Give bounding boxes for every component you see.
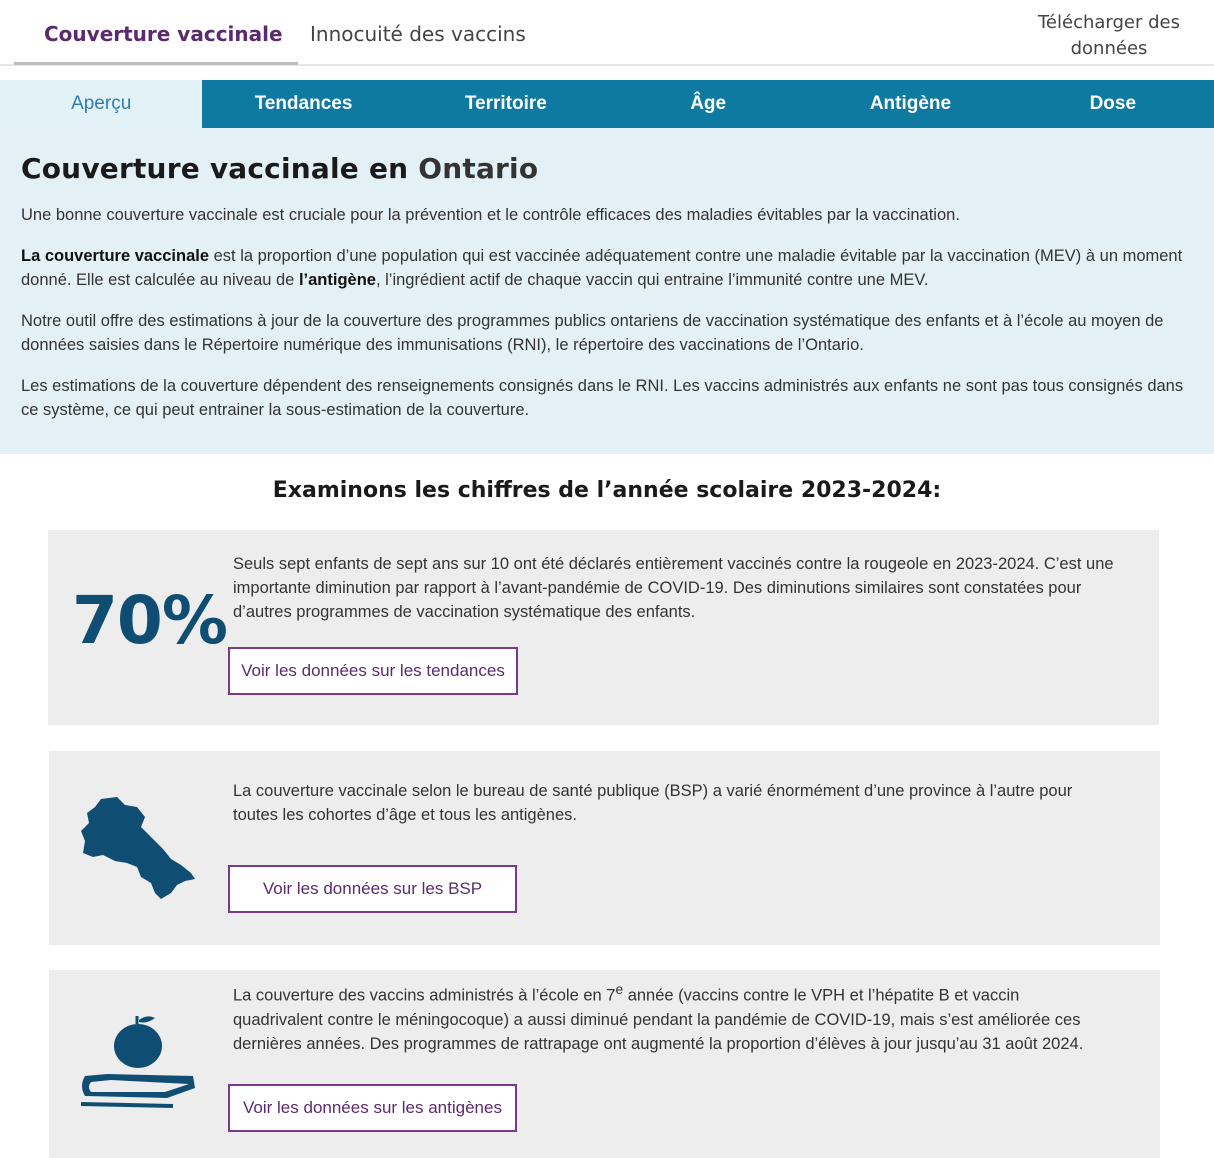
card-antigens-text-sup: e — [615, 982, 624, 997]
intro-paragraph-1: Une bonne couverture vaccinale est cruci… — [21, 206, 960, 224]
download-label-line2: données — [1070, 38, 1148, 59]
bsp-data-button[interactable]: Voir les données sur les BSP — [228, 865, 517, 913]
card-bsp-text: La couverture vaccinale selon le bureau … — [233, 782, 1073, 824]
tab-age[interactable]: Âge — [606, 80, 810, 128]
download-data-link[interactable]: Télécharger des données — [1034, 10, 1184, 62]
big-number: 70% — [72, 582, 228, 659]
antigens-data-button[interactable]: Voir les données sur les antigènes — [228, 1084, 517, 1132]
intro-paragraph-2: La couverture vaccinale est la proportio… — [21, 244, 1194, 292]
book-apple-icon — [77, 1014, 199, 1110]
intro-paragraph-4: Les estimations de la couverture dépende… — [21, 377, 1184, 419]
tab-apercu[interactable]: Aperçu — [0, 80, 203, 128]
ontario-map-icon — [79, 793, 199, 905]
card-antigens: La couverture des vaccins administrés à … — [49, 970, 1160, 1158]
card-antigens-text-a: La couverture des vaccins administrés à … — [233, 986, 616, 1005]
top-navigation: Couverture vaccinale Innocuité des vacci… — [0, 0, 1214, 66]
tab-antigene[interactable]: Antigène — [809, 80, 1012, 128]
active-tab-underline — [14, 62, 298, 65]
trends-data-button[interactable]: Voir les données sur les tendances — [228, 647, 518, 695]
card-trends-text: Seuls sept enfants de sept ans sur 10 on… — [233, 555, 1114, 621]
definition-term: La couverture vaccinale — [21, 247, 210, 265]
page-title-location: Ontario — [418, 152, 539, 185]
tab-dose[interactable]: Dose — [1011, 80, 1214, 128]
section-title: Examinons les chiffres de l’année scolai… — [272, 478, 942, 503]
download-label-line1: Télécharger des — [1037, 12, 1180, 33]
tab-couverture-vaccinale[interactable]: Couverture vaccinale — [44, 22, 283, 46]
antigen-term: l’antigène — [298, 271, 376, 289]
card-antigens-text: La couverture des vaccins administrés à … — [233, 978, 1113, 1056]
card-bsp: La couverture vaccinale selon le bureau … — [49, 751, 1160, 945]
sub-navigation: Aperçu Tendances Territoire Âge Antigène… — [0, 80, 1214, 128]
tab-tendances[interactable]: Tendances — [202, 80, 405, 128]
tab-innocuite-vaccins[interactable]: Innocuité des vaccins — [310, 22, 526, 46]
intro-paragraph-3: Notre outil offre des estimations à jour… — [21, 312, 1164, 354]
card-trends: 70% Seuls sept enfants de sept ans sur 1… — [48, 530, 1159, 725]
page-title: Couverture vaccinale en Ontario — [21, 152, 1194, 185]
intro-paragraph-2-text-b: , l’ingrédient actif de chaque vaccin qu… — [375, 271, 929, 289]
page-title-prefix: Couverture vaccinale en — [21, 152, 419, 185]
intro-panel: Couverture vaccinale en Ontario Une bonn… — [0, 128, 1214, 454]
tab-territoire[interactable]: Territoire — [404, 80, 607, 128]
